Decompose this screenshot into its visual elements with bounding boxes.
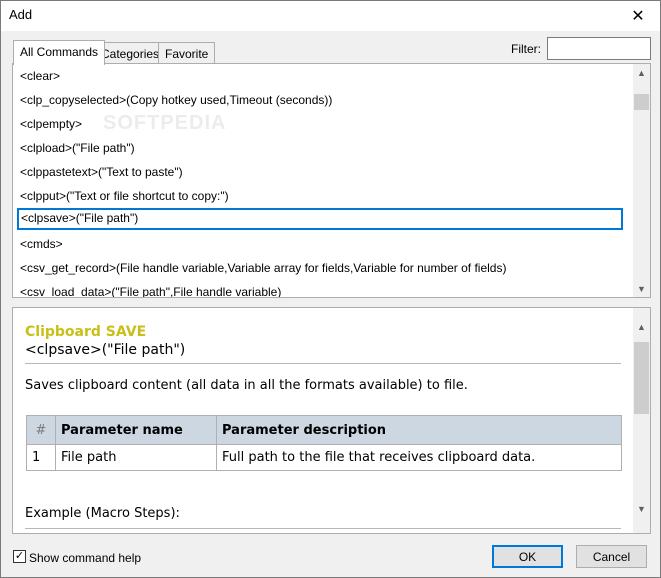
param-number: 1: [26, 444, 56, 471]
command-help-panel: Clipboard SAVE <clpsave>("File path") Sa…: [12, 307, 651, 534]
title-bar: Add ✕: [1, 1, 660, 31]
scroll-down-icon[interactable]: ▼: [633, 500, 650, 517]
command-item[interactable]: <clppastetext>("Text to paste"): [17, 162, 625, 184]
add-dialog: Add ✕ All Commands Categories Favorite F…: [0, 0, 661, 578]
tab-favorite[interactable]: Favorite: [158, 42, 216, 64]
tab-label: Categories: [101, 47, 160, 61]
column-header-name: Parameter name: [55, 415, 217, 445]
ok-button[interactable]: OK: [492, 545, 563, 568]
window-title: Add: [9, 7, 33, 22]
help-description: Saves clipboard content (all data in all…: [25, 378, 468, 393]
filter-input[interactable]: [547, 37, 651, 60]
command-item[interactable]: <csv_load_data>("File path",File handle …: [17, 282, 625, 297]
command-item-selected[interactable]: <clpsave>("File path"): [17, 208, 623, 230]
command-item[interactable]: <clpload>("File path"): [17, 138, 625, 160]
command-list: <clear> <clp_copyselected>(Copy hotkey u…: [13, 64, 633, 297]
filter-label: Filter:: [511, 42, 541, 56]
divider: [25, 363, 621, 364]
scroll-down-icon[interactable]: ▼: [633, 280, 650, 297]
tab-label: Favorite: [165, 47, 209, 61]
param-description: Full path to the file that receives clip…: [216, 444, 622, 471]
command-item[interactable]: <cmds>: [17, 234, 625, 256]
command-list-scrollbar[interactable]: ▲ ▼: [633, 64, 650, 297]
scroll-up-icon[interactable]: ▲: [633, 64, 650, 81]
scroll-up-icon[interactable]: ▲: [633, 318, 650, 335]
help-signature: <clpsave>("File path"): [25, 342, 186, 358]
command-item[interactable]: <clpempty>: [17, 114, 625, 136]
parameter-table: # Parameter name Parameter description 1…: [26, 415, 622, 471]
help-example-label: Example (Macro Steps):: [25, 506, 180, 521]
param-name: File path: [55, 444, 217, 471]
cancel-button[interactable]: Cancel: [576, 545, 647, 568]
table-header-row: # Parameter name Parameter description: [26, 415, 622, 445]
command-item[interactable]: <clear>: [17, 66, 625, 88]
show-help-label[interactable]: Show command help: [29, 551, 141, 565]
scrollbar-thumb[interactable]: [634, 94, 649, 110]
scrollbar-thumb[interactable]: [634, 342, 649, 414]
command-item[interactable]: <clpput>("Text or file shortcut to copy:…: [17, 186, 625, 208]
command-item[interactable]: <clp_copyselected>(Copy hotkey used,Time…: [17, 90, 625, 112]
help-title: Clipboard SAVE: [25, 324, 147, 340]
close-icon[interactable]: ✕: [616, 1, 660, 31]
show-help-checkbox[interactable]: ✓: [13, 550, 26, 563]
column-header-number: #: [26, 415, 56, 445]
tab-label: All Commands: [20, 45, 99, 59]
column-header-description: Parameter description: [216, 415, 622, 445]
help-scrollbar[interactable]: ▲ ▼: [633, 308, 650, 533]
dialog-footer: ✓ Show command help OK Cancel: [1, 541, 660, 577]
tab-all-commands[interactable]: All Commands: [13, 40, 106, 65]
command-list-panel: SOFTPEDIA <clear> <clp_copyselected>(Cop…: [12, 63, 651, 298]
table-row: 1 File path Full path to the file that r…: [26, 444, 622, 471]
command-item[interactable]: <csv_get_record>(File handle variable,Va…: [17, 258, 625, 280]
divider: [25, 528, 621, 529]
check-icon: ✓: [14, 550, 25, 562]
